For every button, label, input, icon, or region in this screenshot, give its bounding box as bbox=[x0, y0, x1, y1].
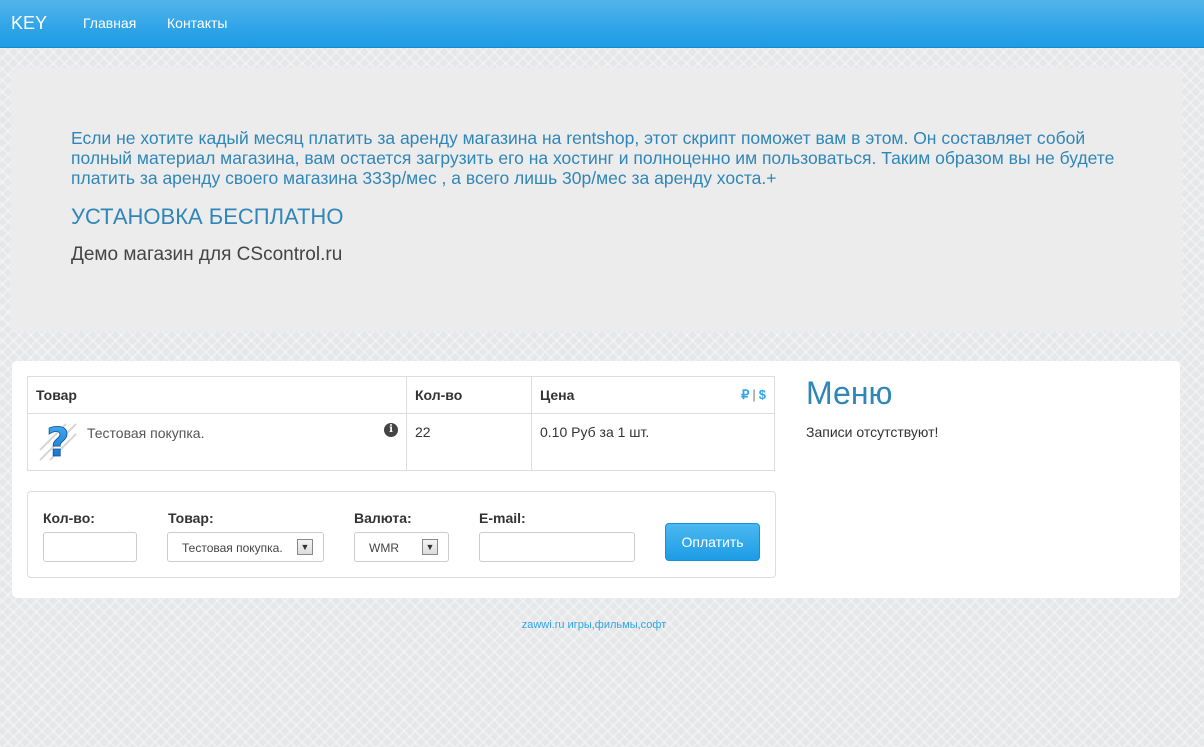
product-label: Товар: bbox=[168, 510, 214, 526]
product-select[interactable]: Тестовая покупка. ▼ bbox=[167, 532, 324, 562]
svg-text:?: ? bbox=[46, 420, 69, 462]
question-icon: ? bbox=[39, 420, 77, 462]
main-panel: Товар Кол-во Цена ₽ | $ ? Тестовая покуп… bbox=[12, 361, 1180, 598]
products-table: Товар Кол-во Цена ₽ | $ ? Тестовая покуп… bbox=[27, 376, 775, 471]
qty-label: Кол-во: bbox=[43, 510, 95, 526]
qty-input[interactable] bbox=[43, 532, 137, 562]
hero-subheading: Демо магазин для CScontrol.ru bbox=[71, 244, 343, 265]
footer: zawwi.ru игры,фильмы,софт bbox=[0, 619, 1188, 631]
menu-empty-text: Записи отсутствуют! bbox=[806, 424, 939, 440]
order-form: Кол-во: Товар: Тестовая покупка. ▼ Валют… bbox=[27, 491, 776, 578]
product-name: Тестовая покупка. bbox=[87, 425, 205, 441]
col-header-price-label: Цена bbox=[540, 387, 575, 403]
hero-heading: УСТАНОВКА БЕСПЛАТНО bbox=[71, 204, 344, 229]
qty-cell: 22 bbox=[406, 413, 532, 471]
currency-rub-link[interactable]: ₽ bbox=[741, 387, 749, 402]
product-select-value: Тестовая покупка. bbox=[182, 541, 283, 555]
currency-usd-link[interactable]: $ bbox=[759, 387, 766, 402]
currency-select-value: WMR bbox=[369, 541, 399, 555]
chevron-down-icon[interactable]: ▼ bbox=[422, 539, 438, 555]
menu-title: Меню bbox=[806, 375, 893, 411]
price-cell: 0.10 Руб за 1 шт. bbox=[531, 413, 775, 471]
currency-label: Валюта: bbox=[354, 510, 412, 526]
navbar: KEY Главная Контакты bbox=[0, 0, 1204, 48]
email-input[interactable] bbox=[479, 532, 635, 562]
col-header-qty: Кол-во bbox=[406, 376, 532, 414]
currency-select[interactable]: WMR ▼ bbox=[354, 532, 449, 562]
nav-link-home[interactable]: Главная bbox=[83, 15, 136, 31]
col-header-price: Цена ₽ | $ bbox=[531, 376, 775, 414]
pay-button[interactable]: Оплатить bbox=[665, 523, 760, 561]
col-header-product: Товар bbox=[27, 376, 407, 414]
table-row: ? Тестовая покупка. i 22 0.10 Руб за 1 ш… bbox=[27, 413, 775, 471]
currency-switch: ₽ | $ bbox=[741, 387, 766, 402]
chevron-down-icon[interactable]: ▼ bbox=[297, 539, 313, 555]
hero-description: Если не хотите кадый месяц платить за ар… bbox=[71, 128, 1115, 188]
nav-link-contacts[interactable]: Контакты bbox=[167, 15, 227, 31]
brand-link[interactable]: KEY bbox=[11, 13, 47, 34]
footer-link[interactable]: zawwi.ru игры,фильмы,софт bbox=[522, 619, 667, 631]
info-icon[interactable]: i bbox=[384, 423, 398, 437]
email-label: E-mail: bbox=[479, 510, 526, 526]
product-cell: ? Тестовая покупка. i bbox=[27, 413, 407, 471]
hero-jumbotron: Если не хотите кадый месяц платить за ар… bbox=[11, 68, 1181, 331]
